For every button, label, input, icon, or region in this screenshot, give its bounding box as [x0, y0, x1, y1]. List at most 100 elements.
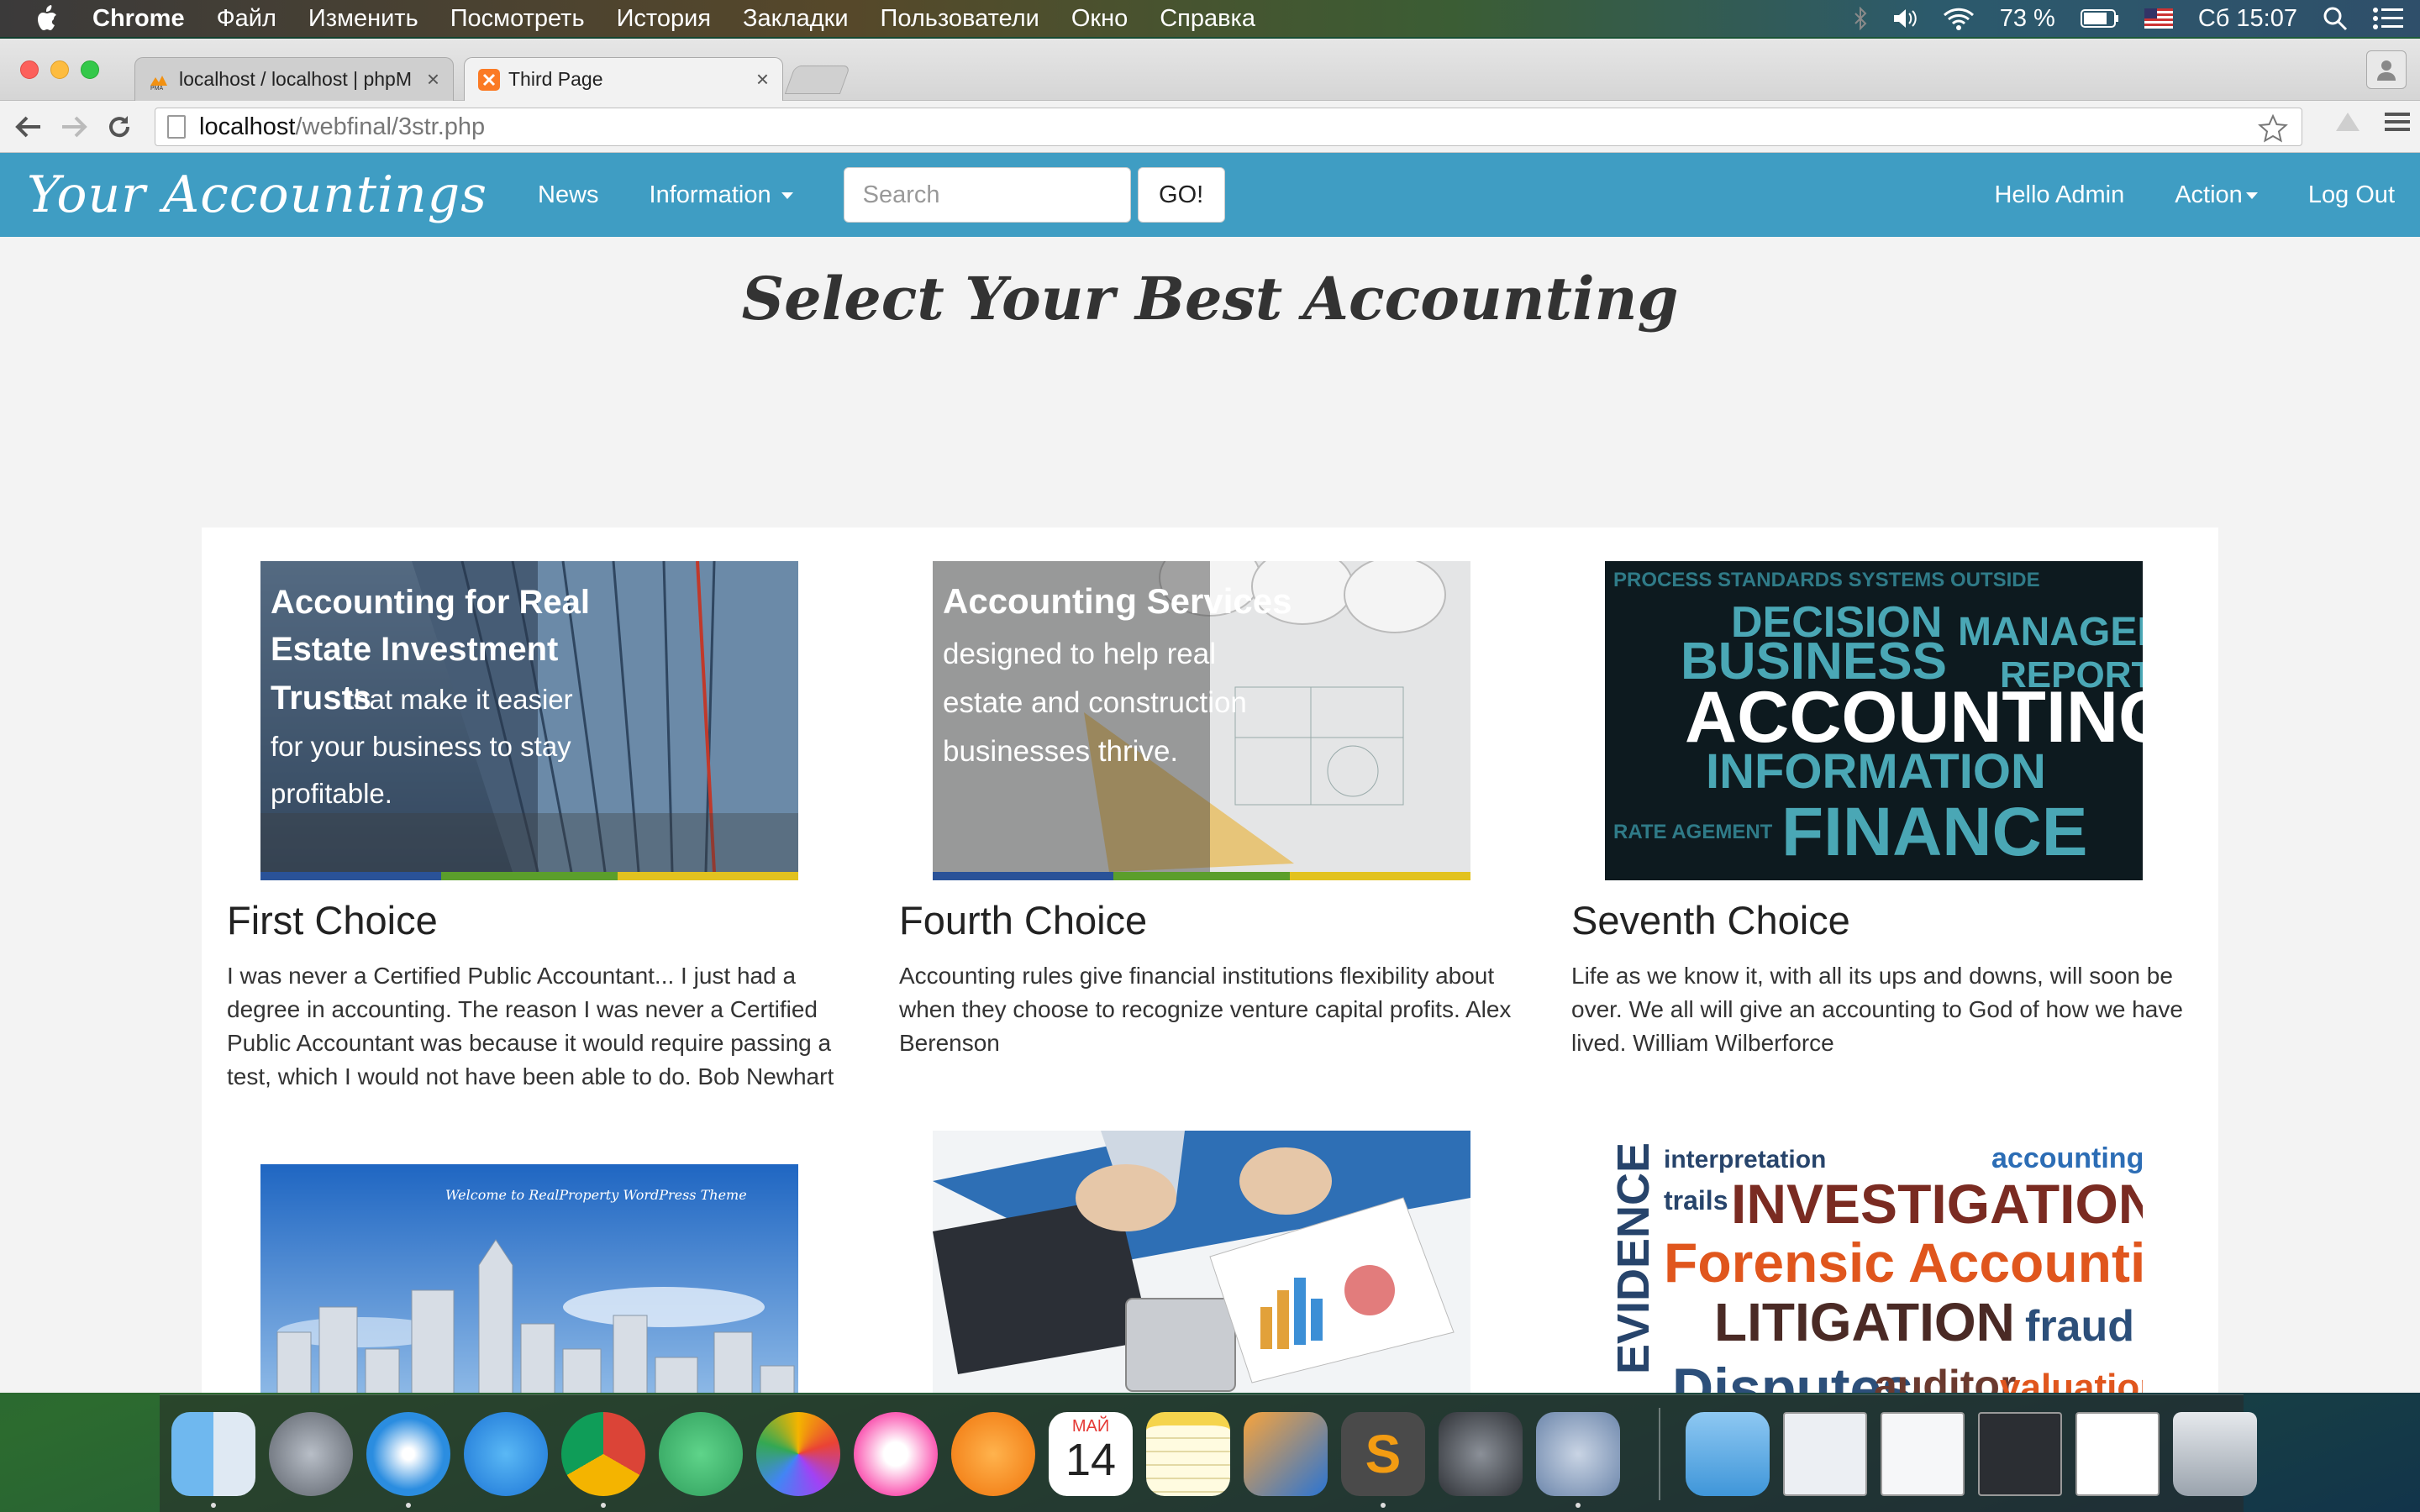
- notification-center-icon[interactable]: [2373, 7, 2403, 30]
- menu-file[interactable]: Файл: [217, 5, 276, 33]
- app-store-icon[interactable]: [464, 1411, 548, 1496]
- volume-icon[interactable]: [1892, 8, 1918, 29]
- chrome-menu-icon[interactable]: [2385, 111, 2410, 133]
- menu-people[interactable]: Пользователи: [881, 5, 1039, 33]
- img-caption: Welcome to RealProperty WordPress Theme: [445, 1187, 747, 1203]
- site-brand[interactable]: Your Accountings: [27, 165, 487, 224]
- choices-panel: Accounting for Real Estate Investment Tr…: [202, 528, 2218, 1393]
- window-thumbnail-2[interactable]: [1881, 1411, 1965, 1496]
- spotlight-search-icon[interactable]: [2323, 6, 2348, 31]
- wifi-icon[interactable]: [1943, 7, 1975, 30]
- tab-close-icon[interactable]: ×: [756, 66, 769, 92]
- forward-button[interactable]: [57, 110, 91, 144]
- nav-logout[interactable]: Log Out: [2308, 181, 2395, 209]
- notes-icon[interactable]: [1146, 1411, 1230, 1496]
- atom-icon[interactable]: [659, 1411, 743, 1496]
- running-indicator: [1576, 1502, 1581, 1508]
- page-heading: Select Your Best Accounting: [741, 264, 1679, 333]
- office-calculator-image: [933, 1131, 1470, 1393]
- menu-edit[interactable]: Изменить: [308, 5, 418, 33]
- img-word-decision: DECISION: [1731, 598, 1942, 647]
- menu-bar: Chrome Файл Изменить Посмотреть История …: [0, 0, 2420, 37]
- nav-action-label: Action: [2175, 181, 2243, 208]
- url-path: /webfinal/3str.php: [295, 113, 486, 140]
- nav-news[interactable]: News: [538, 181, 599, 209]
- person-icon: [2377, 60, 2396, 81]
- photos-icon[interactable]: [756, 1411, 840, 1496]
- extension-icon[interactable]: [2333, 109, 2363, 134]
- address-bar[interactable]: localhost/webfinal/3str.php: [155, 108, 2302, 146]
- menu-view[interactable]: Посмотреть: [450, 5, 585, 33]
- bookmark-star-icon[interactable]: [2258, 113, 2288, 144]
- itunes-icon[interactable]: [854, 1411, 938, 1496]
- tab-third-page[interactable]: Third Page ×: [464, 57, 783, 101]
- card-image[interactable]: Accounting Services designed to help rea…: [933, 561, 1470, 880]
- card-image[interactable]: Welcome to RealProperty WordPress Theme: [260, 1164, 798, 1393]
- card-text: I was never a Certified Public Accountan…: [227, 963, 834, 1089]
- img-line1: Accounting for Real: [271, 584, 590, 621]
- nav-action-dropdown[interactable]: Action: [2175, 181, 2258, 209]
- nav-information-label: Information: [649, 181, 771, 208]
- settings-gear-icon[interactable]: [1536, 1411, 1620, 1508]
- window-thumbnail-4[interactable]: [2075, 1411, 2160, 1496]
- menu-window[interactable]: Окно: [1071, 5, 1128, 33]
- clock[interactable]: Сб 15:07: [2198, 5, 2297, 33]
- card-title[interactable]: First Choice: [227, 897, 438, 943]
- dock: МАЙ 14 S: [160, 1394, 2257, 1512]
- downloads-folder-icon[interactable]: [1686, 1411, 1770, 1496]
- window-thumbnail-1[interactable]: [1783, 1411, 1867, 1496]
- finder-icon[interactable]: [171, 1411, 255, 1508]
- back-arrow-icon: [15, 116, 40, 137]
- img-word-fraud: fraud: [2025, 1302, 2134, 1351]
- card-image[interactable]: [933, 1131, 1470, 1393]
- us-flag-icon[interactable]: [2144, 8, 2173, 29]
- calendar-icon[interactable]: МАЙ 14: [1049, 1411, 1133, 1496]
- menu-bookmarks[interactable]: Закладки: [743, 5, 849, 33]
- apple-icon[interactable]: [34, 5, 59, 32]
- nav-information-dropdown[interactable]: Information: [650, 181, 793, 209]
- trash-icon[interactable]: [2173, 1411, 2257, 1496]
- new-tab-button[interactable]: [784, 66, 851, 94]
- pages-icon[interactable]: [1244, 1411, 1328, 1496]
- page-icon: [167, 115, 186, 139]
- running-indicator: [406, 1502, 411, 1508]
- card-image[interactable]: interpretation accounting INVESTIGATION …: [1605, 1131, 2143, 1393]
- card-image[interactable]: BUSINESS DECISION MANAGER REPORT INFORMA…: [1605, 561, 2143, 880]
- window-close-button[interactable]: [20, 60, 39, 79]
- img-line4: businesses thrive.: [943, 735, 1178, 768]
- ibooks-icon[interactable]: [951, 1411, 1035, 1496]
- card-image[interactable]: Accounting for Real Estate Investment Tr…: [260, 561, 798, 880]
- phpmyadmin-favicon-icon: PMA: [150, 75, 167, 91]
- card-title[interactable]: Fourth Choice: [899, 897, 1147, 943]
- nav-hello-admin[interactable]: Hello Admin: [1994, 181, 2124, 209]
- tab-strip: PMA localhost / localhost | phpM × Third…: [0, 39, 2420, 101]
- safari-icon[interactable]: [366, 1411, 450, 1508]
- battery-icon[interactable]: [2080, 8, 2119, 29]
- launchpad-icon[interactable]: [269, 1411, 353, 1496]
- tab-close-icon[interactable]: ×: [427, 66, 439, 92]
- window-thumbnail-3[interactable]: [1978, 1411, 2062, 1496]
- sublime-text-icon[interactable]: S: [1341, 1411, 1425, 1508]
- chrome-icon[interactable]: [561, 1411, 645, 1508]
- window-minimize-button[interactable]: [50, 60, 69, 79]
- site-navbar: Your Accountings News Information GO! He…: [0, 153, 2420, 237]
- card-title[interactable]: Seventh Choice: [1571, 897, 1850, 943]
- menu-help[interactable]: Справка: [1160, 5, 1255, 33]
- dock-separator: [1659, 1407, 1660, 1500]
- search-input[interactable]: [843, 167, 1131, 223]
- caret-down-icon: [781, 192, 793, 199]
- tab-phpmyadmin[interactable]: PMA localhost / localhost | phpM ×: [134, 57, 454, 101]
- menu-chrome[interactable]: Chrome: [92, 5, 185, 33]
- card-text: Life as we know it, with all its ups and…: [1571, 963, 2183, 1056]
- window-zoom-button[interactable]: [81, 60, 99, 79]
- back-button[interactable]: [12, 110, 45, 144]
- menu-history[interactable]: История: [617, 5, 711, 33]
- city-skyline-image: Welcome to RealProperty WordPress Theme: [260, 1164, 798, 1393]
- profile-button[interactable]: [2366, 50, 2407, 89]
- bluetooth-icon[interactable]: [1854, 7, 1867, 30]
- system-preferences-icon[interactable]: [1439, 1411, 1523, 1496]
- img-line1: Accounting Services: [943, 581, 1292, 621]
- calendar-month: МАЙ: [1071, 1416, 1110, 1436]
- reload-button[interactable]: [103, 110, 136, 144]
- search-go-button[interactable]: GO!: [1137, 167, 1225, 223]
